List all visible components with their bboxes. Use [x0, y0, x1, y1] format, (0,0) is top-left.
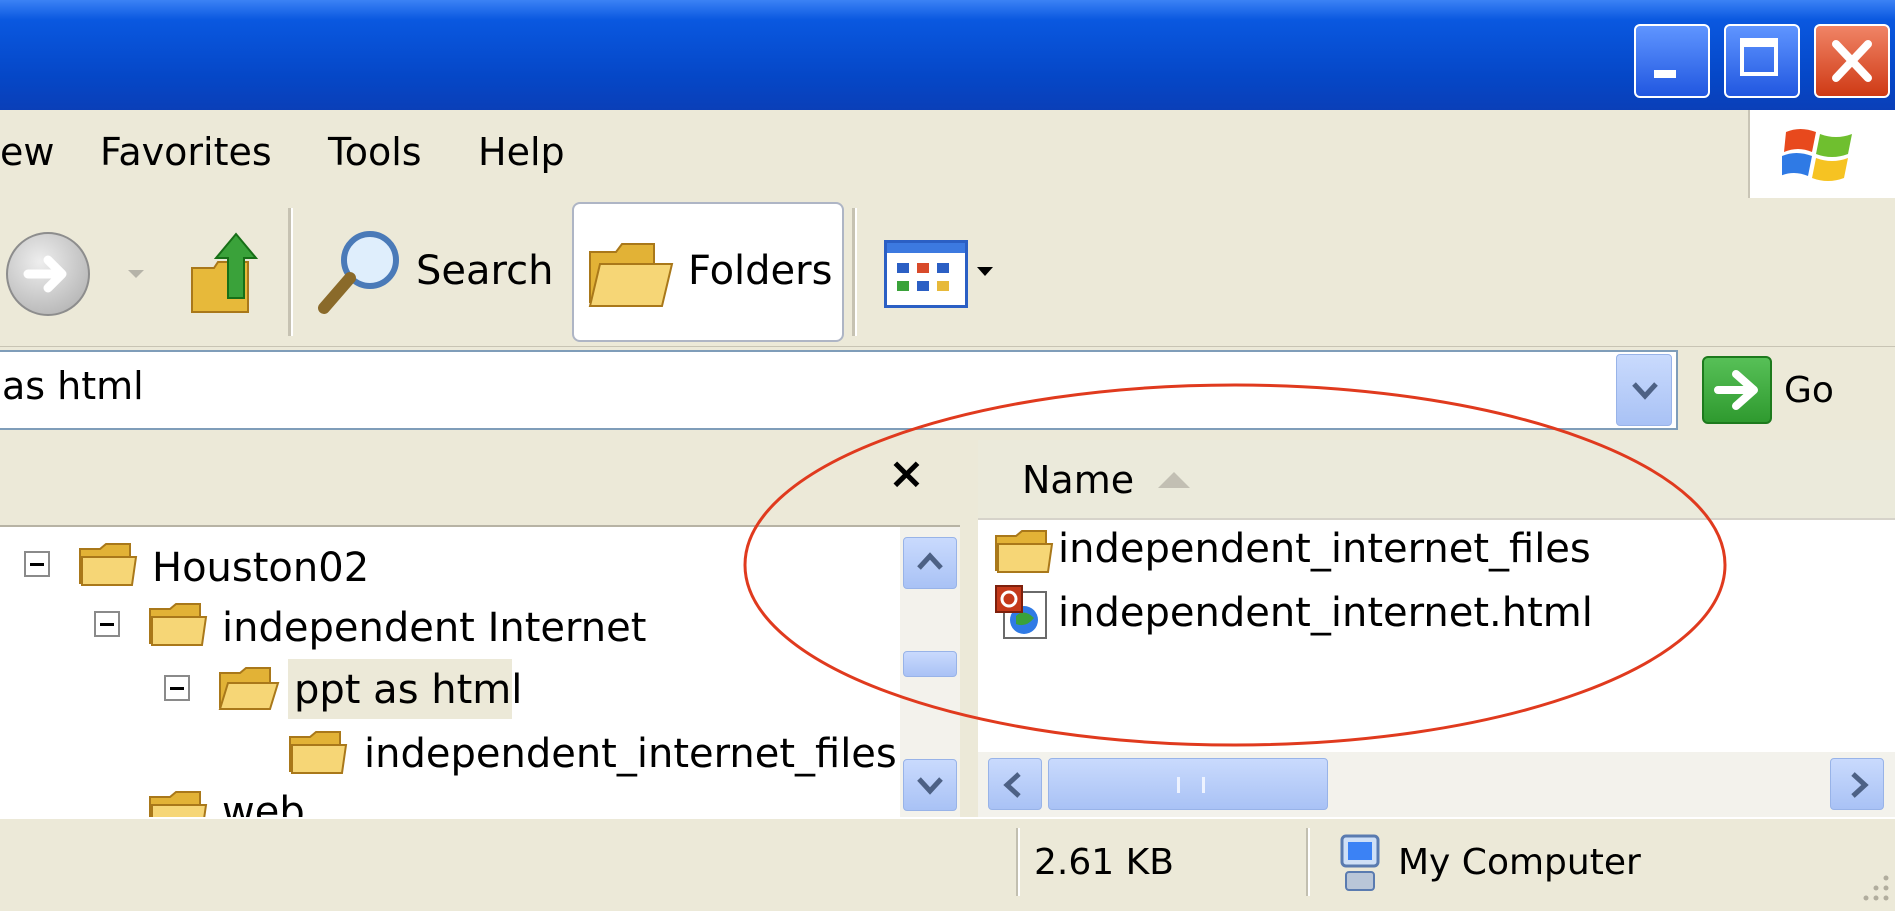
status-size: 2.61 KB: [1034, 842, 1174, 883]
close-button[interactable]: [1814, 24, 1890, 98]
folder-icon: [149, 791, 208, 817]
search-label: Search: [416, 248, 554, 294]
tree-expander[interactable]: [164, 675, 190, 701]
folder-icon: [289, 731, 348, 774]
minimize-button[interactable]: [1634, 24, 1710, 98]
scroll-left-button[interactable]: [988, 758, 1042, 810]
chevron-left-icon: [1003, 772, 1021, 798]
tree-expander[interactable]: [24, 551, 50, 577]
list-horizontal-scrollbar[interactable]: [978, 752, 1895, 817]
toolbar-separator: [288, 208, 293, 336]
folder-icon: [79, 543, 138, 586]
forward-button[interactable]: [6, 232, 90, 316]
folders-button[interactable]: Folders: [572, 202, 844, 342]
search-icon: [318, 231, 399, 314]
folder-icon: [149, 603, 208, 646]
views-icon: [884, 240, 968, 308]
tree-item-label[interactable]: web: [222, 789, 305, 817]
tree-item-label[interactable]: ppt as html: [294, 667, 522, 713]
windows-logo: [1748, 110, 1895, 198]
grip-icon: [1177, 777, 1205, 793]
folders-label: Folders: [688, 248, 833, 294]
forward-arrow-icon: [23, 255, 67, 293]
open-folder-icon: [218, 667, 280, 710]
title-bar[interactable]: [0, 0, 1895, 110]
views-dropdown-icon: [977, 267, 993, 276]
scroll-right-button[interactable]: [1830, 758, 1884, 810]
up-folder-icon[interactable]: [188, 228, 268, 316]
annotation-ellipse: [743, 383, 1727, 747]
address-text: as html: [2, 364, 144, 408]
views-button[interactable]: [880, 236, 1000, 312]
maximize-button[interactable]: [1724, 24, 1800, 98]
menu-tools[interactable]: Tools: [328, 130, 422, 174]
menu-view[interactable]: ew: [0, 130, 54, 174]
toolbar-separator: [852, 208, 857, 336]
folders-icon: [588, 243, 674, 307]
scroll-down-button[interactable]: [903, 759, 957, 811]
go-label: Go: [1784, 370, 1834, 411]
chevron-right-icon: [1851, 772, 1869, 798]
status-divider: [1016, 828, 1020, 896]
tree-item-label[interactable]: Houston02: [152, 545, 369, 591]
forward-dropdown-icon[interactable]: [126, 268, 146, 280]
status-zone: My Computer: [1398, 842, 1641, 883]
search-button[interactable]: Search: [310, 222, 553, 322]
close-icon: [1832, 40, 1872, 82]
resize-grip-icon[interactable]: [1856, 868, 1892, 904]
tree-expander[interactable]: [94, 611, 120, 637]
tree-item-label[interactable]: independent Internet: [222, 605, 646, 651]
status-divider: [1306, 828, 1310, 896]
windows-flag-icon: [1782, 129, 1852, 181]
computer-icon: [1340, 834, 1380, 891]
menu-favorites[interactable]: Favorites: [100, 130, 272, 174]
menu-help[interactable]: Help: [478, 130, 565, 174]
chevron-down-icon: [917, 777, 943, 795]
scroll-thumb[interactable]: [1048, 758, 1328, 810]
menu-bar: [0, 110, 1895, 199]
